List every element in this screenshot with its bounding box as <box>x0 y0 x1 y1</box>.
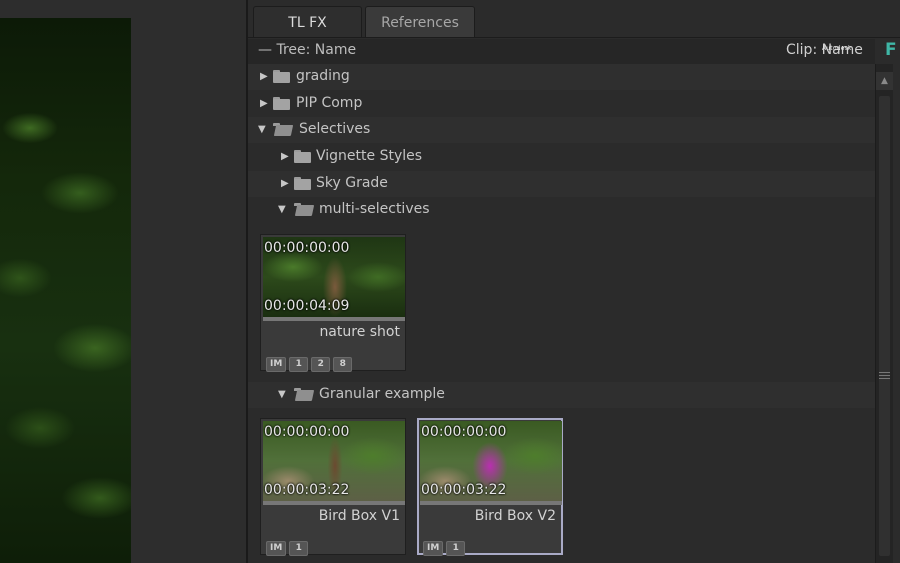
viewer-image[interactable] <box>0 18 131 563</box>
clip-badges: IM 1 2 8 <box>266 351 355 372</box>
timecode-in: 00:00:00:00 <box>264 424 350 440</box>
tree-row-selectives[interactable]: ▼ Selectives <box>248 117 875 143</box>
clip-name[interactable]: Bird Box V1 <box>319 508 400 524</box>
vertical-scrollbar[interactable]: ▲ <box>875 64 893 563</box>
clip-name[interactable]: Bird Box V2 <box>475 508 556 524</box>
clip-thumbnail[interactable]: 00:00:00:00 00:00:04:09 <box>263 237 405 317</box>
clip-card-nature-shot[interactable]: 00:00:00:00 00:00:04:09 nature shot IM 1 2… <box>260 234 406 372</box>
triangle-right-icon[interactable]: ▶ <box>260 98 268 109</box>
clip-badges: IM 1 <box>266 535 311 556</box>
clip-progress-bar <box>420 501 562 505</box>
clip-card-bird-box-v1[interactable]: 00:00:00:00 00:00:03:22 Bird Box V1 IM 1 <box>260 418 406 556</box>
clip-thumbnail[interactable]: 00:00:00:00 00:00:03:22 <box>420 421 562 501</box>
triangle-down-icon[interactable]: ▼ <box>258 124 266 135</box>
clip-progress-bar <box>263 501 405 505</box>
scroll-grip-line <box>879 378 890 379</box>
tree-row-label: Vignette Styles <box>316 148 423 164</box>
flame-logo-icon: F <box>885 40 897 60</box>
open-folder-icon <box>294 203 315 216</box>
badge-im: IM <box>266 357 287 372</box>
tree-row-vignette-styles[interactable]: ▶ Vignette Styles <box>248 144 875 170</box>
triangle-down-icon[interactable]: ▼ <box>278 389 286 400</box>
scroll-grip-line <box>879 372 890 373</box>
badge: 1 <box>289 357 309 372</box>
badge-im: IM <box>423 541 444 556</box>
badge: 2 <box>311 357 331 372</box>
tree-row-label: multi-selectives <box>319 201 430 217</box>
triangle-right-icon[interactable]: ▶ <box>281 178 289 189</box>
timecode-out: 00:00:03:22 <box>264 482 350 498</box>
folder-icon <box>273 97 290 110</box>
open-folder-icon <box>294 388 315 401</box>
media-library-panel: TL FX References — Tree: Name Clip: Name… <box>248 0 900 563</box>
badge-im: IM <box>266 541 287 556</box>
triangle-right-icon[interactable]: ▶ <box>260 71 268 82</box>
library-header: — Tree: Name Clip: Name <box>248 39 875 64</box>
tree-row-granular-example[interactable]: ▼ Granular example <box>248 382 875 408</box>
folder-icon <box>273 70 290 83</box>
clip-card-bird-box-v2[interactable]: 00:00:00:00 00:00:03:22 Bird Box V2 IM 1 <box>417 418 563 556</box>
clip-badges: IM 1 <box>423 535 468 556</box>
open-folder-icon <box>273 123 294 136</box>
timecode-out: 00:00:03:22 <box>421 482 507 498</box>
tree-row-label: Selectives <box>299 121 371 137</box>
tree-row-label: Granular example <box>319 386 445 402</box>
clip-name[interactable]: nature shot <box>319 324 400 340</box>
scrollbar-thumb[interactable] <box>879 96 890 556</box>
timecode-in: 00:00:00:00 <box>421 424 507 440</box>
badge: 1 <box>446 541 466 556</box>
clip-progress-bar <box>263 317 405 321</box>
tree-row-label: grading <box>296 68 350 84</box>
tree-sort-label[interactable]: — Tree: Name <box>258 42 356 58</box>
triangle-down-icon[interactable]: ▼ <box>278 204 286 215</box>
tree-row-label: Sky Grade <box>316 175 388 191</box>
scroll-up-arrow-icon[interactable]: ▲ <box>876 72 893 90</box>
timecode-out: 00:00:04:09 <box>264 298 350 314</box>
tree-row-sky-grade[interactable]: ▶ Sky Grade <box>248 171 875 197</box>
autodesk-logo: Autodesk <box>822 45 852 52</box>
timecode-in: 00:00:00:00 <box>264 240 350 256</box>
tree-row-grading[interactable]: ▶ grading <box>248 64 875 90</box>
tab-references[interactable]: References <box>365 6 475 38</box>
badge: 1 <box>289 541 309 556</box>
badge: 8 <box>333 357 353 372</box>
tree-row-multi-selectives[interactable]: ▼ multi-selectives <box>248 197 875 223</box>
triangle-right-icon[interactable]: ▶ <box>281 151 289 162</box>
folder-icon <box>294 177 311 190</box>
clip-thumbnail[interactable]: 00:00:00:00 00:00:03:22 <box>263 421 405 501</box>
scroll-grip-line <box>879 375 890 376</box>
tab-bar-divider <box>248 37 900 38</box>
tree-row-label: PIP Comp <box>296 95 363 111</box>
folder-icon <box>294 150 311 163</box>
tab-tl-fx[interactable]: TL FX <box>253 6 362 38</box>
tree-row-pip-comp[interactable]: ▶ PIP Comp <box>248 91 875 117</box>
